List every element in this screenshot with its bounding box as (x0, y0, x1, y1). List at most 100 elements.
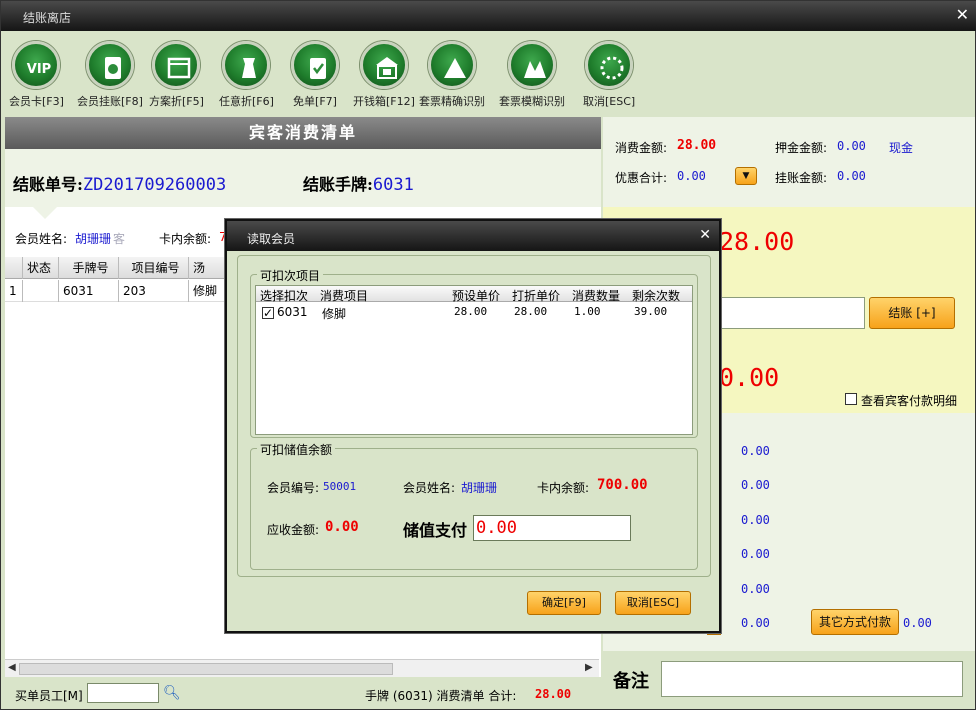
items-list-header: 选择扣次 消费项目 预设单价 打折单价 消费数量 剩余次数 (256, 286, 692, 304)
cash-drawer-label: 开钱箱[F12] (353, 95, 415, 108)
col-select[interactable]: 选择扣次 (260, 287, 308, 304)
scroll-right-icon[interactable]: ▶ (585, 662, 593, 673)
payment-value-3: 0.00 (741, 513, 770, 527)
payment-value-6: 0.00 (741, 616, 770, 630)
window-titlebar: 结账离店 ✕ (1, 1, 976, 31)
other-payment-button[interactable]: 其它方式付款 (811, 609, 899, 635)
scroll-thumb[interactable] (19, 663, 393, 675)
discount-label: 优惠合计: (615, 171, 668, 185)
dialog-body: 可扣次项目 选择扣次 消费项目 预设单价 打折单价 消费数量 剩余次数 ✓ 60… (237, 255, 711, 577)
col-discount-price[interactable]: 打折单价 (512, 287, 560, 304)
consume-label: 消费金额: (615, 141, 668, 155)
cancel-button[interactable]: 取消[ESC] (583, 41, 635, 109)
deposit-type: 现金 (889, 141, 914, 155)
plan-discount-label: 方案折[F5] (149, 95, 204, 108)
card-balance-label: 卡内余额: (159, 232, 212, 246)
cash-drawer-button[interactable]: 开钱箱[F12] (353, 41, 415, 109)
col-remaining[interactable]: 剩余次数 (632, 287, 680, 304)
payment-value-2: 0.00 (741, 478, 770, 492)
change-amount: 0.00 (719, 363, 780, 392)
summary-text: 手牌 (6031) 消费清单 合计: (365, 689, 517, 703)
discount-dropdown-icon[interactable]: ▼ (735, 167, 757, 185)
member-no-label: 会员编号: (267, 481, 320, 495)
status-bar: 买单员工[M] 🔍︎ 手牌 (6031) 消费清单 合计: 28.00 (5, 679, 601, 709)
cancel-icon (600, 56, 624, 80)
deduct-checkbox[interactable]: ✓ (262, 307, 274, 319)
stored-pay-input[interactable]: 0.00 (473, 515, 631, 541)
payment-value-4: 0.00 (741, 547, 770, 561)
note-input[interactable] (661, 661, 963, 697)
member-credit-icon (104, 57, 121, 79)
col-preset-price[interactable]: 预设单价 (452, 287, 500, 304)
detail-checkbox[interactable] (845, 393, 857, 405)
dlg-card-balance-value: 700.00 (597, 477, 648, 493)
list-item[interactable]: ✓ 6031 修脚 28.00 28.00 1.00 39.00 (256, 304, 692, 322)
member-name-label: 会员姓名: (15, 232, 68, 246)
row-remaining: 39.00 (634, 305, 668, 318)
info-notch (33, 207, 57, 219)
grid-col-item-code[interactable]: 项目编号 (119, 257, 189, 279)
dlg-member-name-value: 胡珊珊 (461, 481, 498, 495)
svg-text:VIP: VIP (27, 62, 51, 77)
row-preset-price: 28.00 (454, 305, 488, 318)
row-qty: 1.00 (574, 305, 601, 318)
package-exact-button[interactable]: 套票精确识别 (419, 41, 485, 109)
package-fuzzy-button[interactable]: 套票模糊识别 (499, 41, 565, 109)
credit-label: 挂账金额: (775, 171, 828, 185)
horizontal-scrollbar[interactable]: ◀ ▶ (5, 659, 599, 677)
row-discount-price: 28.00 (514, 305, 548, 318)
dialog-ok-button[interactable]: 确定[F9] (527, 591, 601, 615)
member-no-value: 50001 (323, 480, 357, 493)
grid-col-tag[interactable]: 手牌号 (59, 257, 119, 279)
dlg-member-name-label: 会员姓名: (403, 481, 456, 495)
stored-pay-label: 储值支付 (403, 521, 468, 540)
package-exact-icon (444, 58, 466, 78)
payment-value-5: 0.00 (741, 582, 770, 596)
plan-discount-icon (168, 57, 191, 79)
bill-no: 结账单号:ZD201709260003 (13, 175, 227, 195)
package-fuzzy-label: 套票模糊识别 (499, 95, 565, 108)
grid-col-select[interactable] (5, 257, 23, 279)
row-item-code: 203 (119, 280, 189, 302)
col-qty[interactable]: 消费数量 (572, 287, 620, 304)
package-fuzzy-icon (524, 61, 546, 78)
col-item[interactable]: 消费项目 (320, 287, 368, 304)
staff-input[interactable] (87, 683, 159, 703)
toolbar: VIP 会员卡[F3] 会员挂账[F8] 方案折[F5] 任意折[F6] 免单[… (3, 31, 975, 117)
member-credit-button[interactable]: 会员挂账[F8] (77, 41, 143, 109)
member-name-tail: 客 (113, 232, 126, 246)
summary-panel: 消费金额: 28.00 押金金额: 0.00 现金 优惠合计: 0.00 ▼ 挂… (603, 117, 975, 207)
free-order-icon (310, 58, 326, 79)
dialog-close-icon[interactable]: ✕ (699, 227, 711, 243)
consume-value: 28.00 (677, 138, 717, 153)
balance-group: 可扣储值余额 会员编号: 50001 会员姓名: 胡珊珊 卡内余额: 700.0… (250, 441, 698, 570)
balance-group-title: 可扣储值余额 (257, 441, 336, 458)
dialog-titlebar: 读取会员 ✕ (227, 221, 719, 251)
staff-label: 买单员工[M] (15, 689, 83, 703)
note-panel: 备注 (603, 653, 975, 709)
close-icon[interactable]: ✕ (956, 5, 969, 24)
grid-col-status[interactable]: 状态 (23, 257, 59, 279)
search-icon[interactable]: 🔍︎ (163, 685, 181, 701)
items-list[interactable]: 选择扣次 消费项目 预设单价 打折单价 消费数量 剩余次数 ✓ 6031 修脚 … (255, 285, 693, 435)
scroll-left-icon[interactable]: ◀ (8, 662, 16, 673)
tendered-input[interactable] (719, 297, 865, 329)
summary-total: 28.00 (535, 687, 572, 701)
free-order-label: 免单[F7] (293, 95, 337, 108)
member-credit-label: 会员挂账[F8] (77, 95, 143, 108)
window-title: 结账离店 (23, 11, 72, 25)
vip-card-button[interactable]: VIP 会员卡[F3] (9, 41, 64, 109)
dlg-card-balance-label: 卡内余额: (537, 481, 590, 495)
plan-discount-button[interactable]: 方案折[F5] (149, 41, 204, 109)
vip-card-icon: VIP (27, 62, 51, 77)
dialog-cancel-button[interactable]: 取消[ESC] (615, 591, 691, 615)
row-index: 1 (5, 280, 23, 302)
checkout-button[interactable]: 结账 [+] (869, 297, 955, 329)
row-status (23, 280, 59, 302)
free-discount-button[interactable]: 任意折[F6] (219, 41, 274, 109)
payment-value-1: 0.00 (741, 444, 770, 458)
receivable-value: 0.00 (325, 519, 359, 535)
items-group: 可扣次项目 选择扣次 消费项目 预设单价 打折单价 消费数量 剩余次数 ✓ 60… (250, 267, 698, 438)
items-group-title: 可扣次项目 (257, 267, 324, 284)
free-order-button[interactable]: 免单[F7] (291, 41, 339, 109)
